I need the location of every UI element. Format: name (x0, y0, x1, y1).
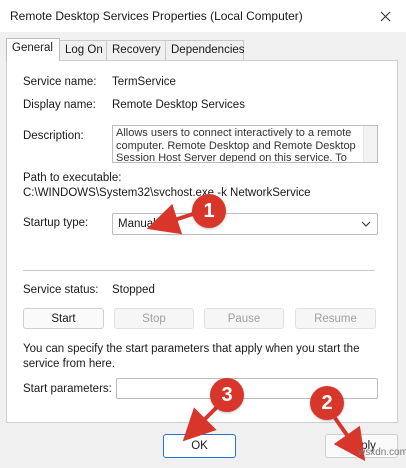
callout-2: 2 (310, 386, 344, 420)
callout-3: 3 (210, 378, 244, 412)
callout-1: 1 (192, 194, 226, 228)
tab-general[interactable]: General (6, 38, 60, 61)
ok-button[interactable]: OK (163, 434, 236, 458)
start-params-hint: You can specify the start parameters tha… (23, 343, 360, 370)
tab-dependencies[interactable]: Dependencies (165, 40, 245, 60)
service-name-value: TermService (112, 76, 176, 88)
tab-label: Log On (65, 44, 103, 56)
tab-log-on[interactable]: Log On (59, 40, 107, 60)
watermark: wsxdn.com (358, 447, 406, 458)
tab-label: General (12, 42, 53, 54)
start-params-label: Start parameters: (23, 383, 112, 395)
chevron-down-icon (361, 221, 371, 227)
close-button[interactable] (366, 1, 404, 31)
pause-button[interactable]: Pause (204, 308, 284, 329)
tab-recovery[interactable]: Recovery (106, 40, 166, 60)
startup-type-label: Startup type: (23, 217, 89, 229)
separator (23, 270, 375, 271)
resume-button[interactable]: Resume (295, 308, 376, 329)
start-button[interactable]: Start (23, 308, 104, 329)
tab-label: Dependencies (171, 44, 245, 56)
display-name-label: Display name: (23, 99, 96, 111)
description-scrollbar[interactable] (363, 126, 377, 162)
description-label: Description: (23, 130, 84, 142)
tab-label: Recovery (112, 44, 161, 56)
service-status-label: Service status: (23, 284, 99, 296)
path-value: C:\WINDOWS\System32\svchost.exe -k Netwo… (23, 187, 311, 199)
close-icon (380, 11, 390, 21)
path-label: Path to executable: (23, 172, 122, 184)
startup-type-select[interactable]: Manual (112, 213, 378, 235)
description-text: Allows users to connect interactively to… (116, 127, 356, 163)
startup-type-value: Manual (118, 218, 156, 230)
service-status-value: Stopped (112, 284, 155, 296)
display-name-value: Remote Desktop Services (112, 99, 245, 111)
description-box[interactable]: Allows users to connect interactively to… (112, 125, 378, 163)
service-name-label: Service name: (23, 76, 97, 88)
window-title: Remote Desktop Services Properties (Loca… (10, 9, 303, 23)
stop-button[interactable]: Stop (114, 308, 194, 329)
